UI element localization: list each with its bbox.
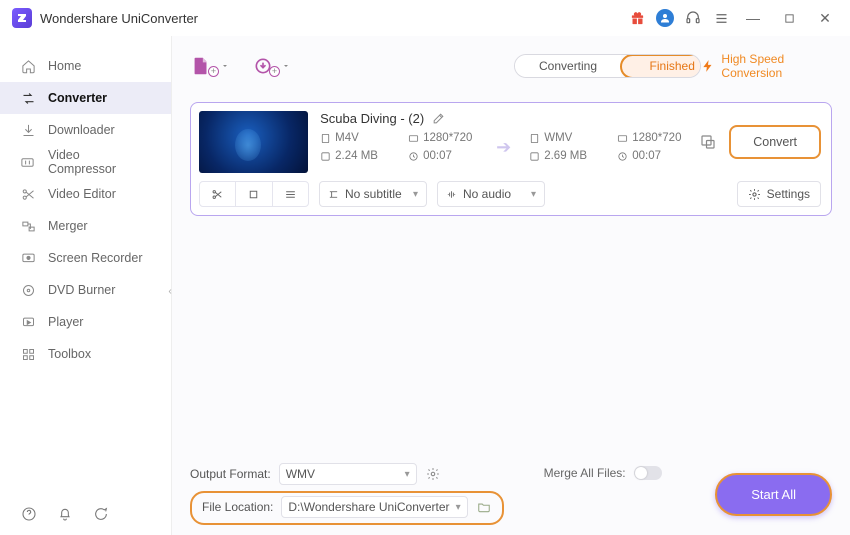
sidebar-item-toolbox[interactable]: Toolbox <box>0 338 171 370</box>
target-size: 2.69 MB <box>529 150 599 162</box>
file-location-label: File Location: <box>202 500 273 514</box>
subtitle-select[interactable]: No subtitle▾ <box>319 181 427 207</box>
sidebar-item-label: Downloader <box>48 123 115 137</box>
sidebar-item-home[interactable]: Home <box>0 50 171 82</box>
sidebar-item-label: Screen Recorder <box>48 251 143 265</box>
merge-label: Merge All Files: <box>544 466 626 480</box>
user-icon[interactable] <box>656 9 674 27</box>
output-format-label: Output Format: <box>190 467 271 481</box>
source-size: 2.24 MB <box>320 150 390 162</box>
browse-folder-icon[interactable] <box>476 499 492 515</box>
app-title: Wondershare UniConverter <box>40 11 198 26</box>
file-location-select[interactable]: D:\Wondershare UniConverter▾ <box>281 496 467 518</box>
app-logo <box>12 8 32 28</box>
convert-button[interactable]: Convert <box>729 125 821 159</box>
merge-toggle[interactable] <box>634 466 662 480</box>
play-icon <box>20 314 36 330</box>
grid-icon <box>20 346 36 362</box>
sidebar-item-compressor[interactable]: Video Compressor <box>0 146 171 178</box>
audio-select[interactable]: No audio▾ <box>437 181 545 207</box>
scissors-icon <box>20 186 36 202</box>
tab-finished[interactable]: Finished <box>620 54 702 78</box>
record-icon <box>20 250 36 266</box>
sidebar: Home Converter Downloader Video Compress… <box>0 36 172 535</box>
output-format-select[interactable]: WMV▾ <box>279 463 417 485</box>
menu-icon[interactable] <box>712 9 730 27</box>
file-title: Scuba Diving - (2) <box>320 111 424 126</box>
sidebar-item-downloader[interactable]: Downloader <box>0 114 171 146</box>
close-button[interactable]: ✕ <box>812 5 838 31</box>
target-resolution: 1280*720 <box>617 132 687 144</box>
bell-icon[interactable] <box>56 505 74 523</box>
source-duration: 00:07 <box>408 150 478 162</box>
arrow-icon: ➔ <box>496 137 511 158</box>
merge-icon <box>20 218 36 234</box>
start-all-button[interactable]: Start All <box>715 473 832 516</box>
settings-button[interactable]: Settings <box>737 181 821 207</box>
gift-icon[interactable] <box>628 9 646 27</box>
toolbar: + + Converting Finished High Speed Conve… <box>190 48 832 84</box>
crop-button[interactable] <box>236 182 272 206</box>
sidebar-item-label: DVD Burner <box>48 283 115 297</box>
video-thumbnail[interactable] <box>199 111 308 173</box>
mini-tools <box>199 181 309 207</box>
sidebar-item-editor[interactable]: Video Editor <box>0 178 171 210</box>
disc-icon <box>20 282 36 298</box>
sidebar-item-label: Player <box>48 315 83 329</box>
tab-converting[interactable]: Converting <box>515 55 621 77</box>
sidebar-item-label: Merger <box>48 219 88 233</box>
converter-icon <box>20 90 36 106</box>
feedback-icon[interactable] <box>92 505 110 523</box>
trim-button[interactable] <box>200 182 236 206</box>
bolt-icon <box>701 59 715 73</box>
sidebar-item-label: Video Compressor <box>48 148 151 176</box>
help-icon[interactable] <box>20 505 38 523</box>
output-settings-icon[interactable] <box>425 466 441 482</box>
sidebar-item-player[interactable]: Player <box>0 306 171 338</box>
download-icon <box>20 122 36 138</box>
sidebar-item-label: Converter <box>48 91 107 105</box>
sidebar-item-merger[interactable]: Merger <box>0 210 171 242</box>
source-resolution: 1280*720 <box>408 132 478 144</box>
sidebar-item-converter[interactable]: Converter <box>0 82 171 114</box>
high-speed-label: High Speed Conversion <box>721 52 832 80</box>
sidebar-item-dvd[interactable]: DVD Burner <box>0 274 171 306</box>
edit-title-icon[interactable] <box>432 112 445 125</box>
home-icon <box>20 58 36 74</box>
source-format: M4V <box>320 132 390 144</box>
compress-icon <box>20 154 36 170</box>
high-speed-conversion[interactable]: High Speed Conversion <box>701 52 832 80</box>
target-format: WMV <box>529 132 599 144</box>
footer: Output Format: WMV▾ File Location: D:\Wo… <box>190 455 832 525</box>
target-duration: 00:07 <box>617 150 687 162</box>
sidebar-item-recorder[interactable]: Screen Recorder <box>0 242 171 274</box>
sidebar-item-label: Toolbox <box>48 347 91 361</box>
maximize-button[interactable] <box>776 5 802 31</box>
output-format-icon[interactable] <box>699 133 717 151</box>
add-file-button[interactable]: + <box>190 55 229 77</box>
file-card: Scuba Diving - (2) M4V 1280*720 2.24 MB <box>190 102 832 216</box>
effects-button[interactable] <box>273 182 308 206</box>
tabs: Converting Finished <box>514 54 701 78</box>
minimize-button[interactable]: — <box>740 5 766 31</box>
sidebar-item-label: Video Editor <box>48 187 116 201</box>
sidebar-item-label: Home <box>48 59 81 73</box>
headset-icon[interactable] <box>684 9 702 27</box>
add-download-button[interactable]: + <box>253 56 290 77</box>
titlebar: Wondershare UniConverter — ✕ <box>0 0 850 36</box>
